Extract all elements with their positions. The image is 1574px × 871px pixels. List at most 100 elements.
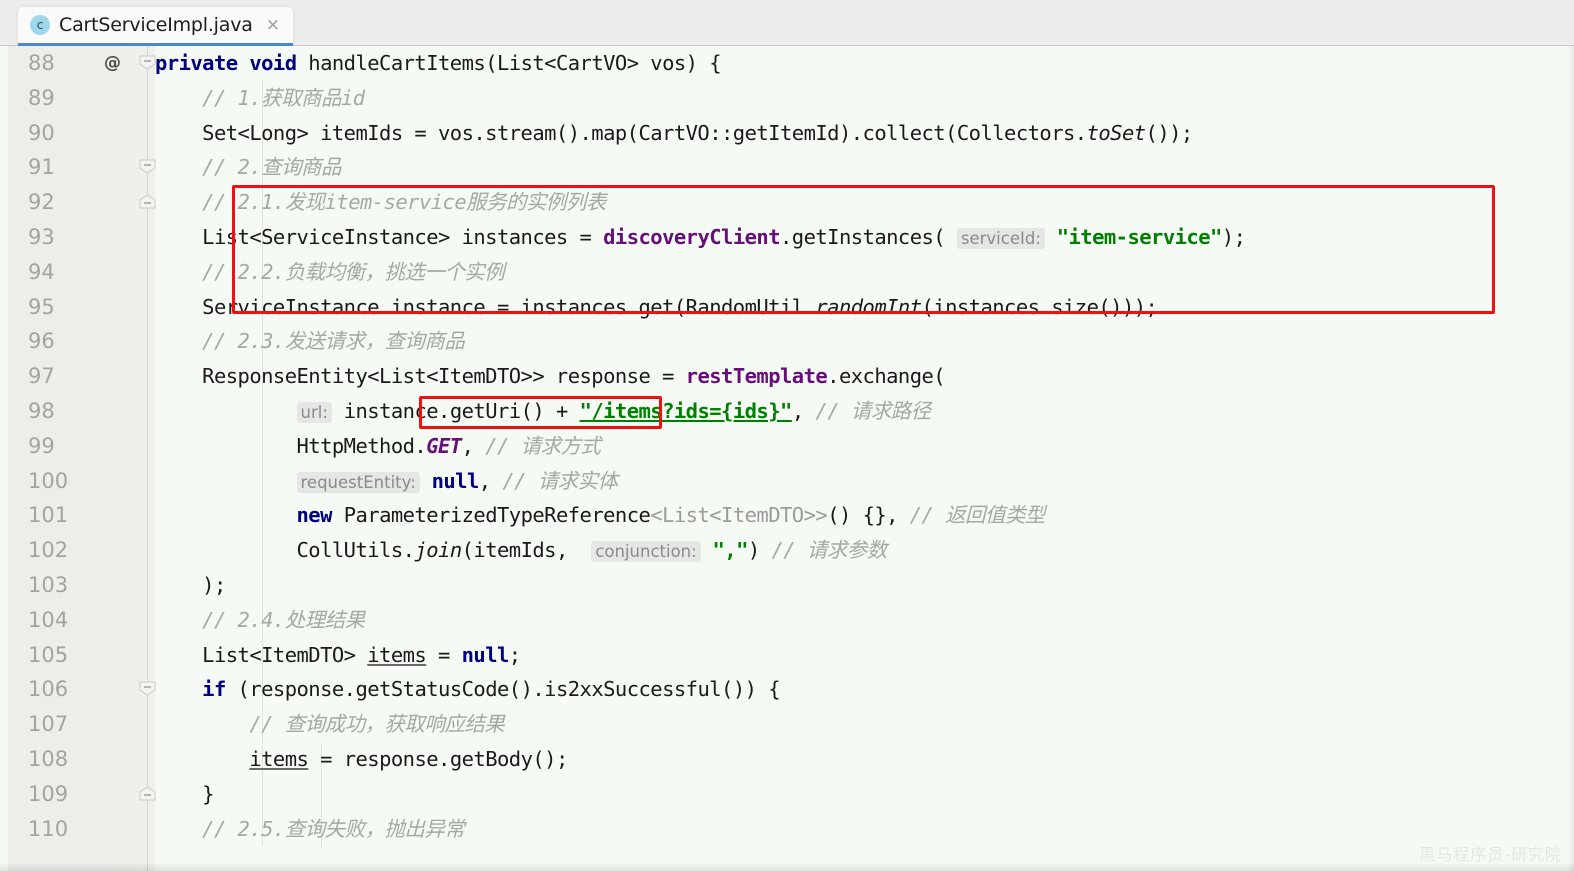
line-number: 106 [28, 677, 69, 702]
close-icon[interactable]: × [266, 16, 280, 34]
code-row[interactable]: url: instance.getUri() + "/items?ids={id… [155, 394, 1574, 429]
gutter-row[interactable]: 91 [8, 150, 156, 185]
code-row[interactable]: ); [155, 568, 1574, 603]
trailing-comment: // 请求路径 [815, 398, 931, 423]
line-number: 108 [28, 746, 69, 771]
gutter-row[interactable]: 100 [8, 464, 155, 499]
line-number: 105 [28, 642, 69, 667]
gutter-row[interactable]: 108 [8, 742, 155, 777]
keyword: null [461, 642, 510, 667]
code-row[interactable]: private void handleCartItems(List<CartVO… [155, 46, 1574, 81]
gutter-row[interactable]: 101 [8, 498, 155, 533]
keyword: null [431, 468, 480, 493]
gutter-row[interactable]: 93 [8, 220, 155, 255]
code-row[interactable]: } [155, 777, 1574, 812]
code-row[interactable]: if (response.getStatusCode().is2xxSucces… [155, 672, 1574, 707]
fold-start-icon[interactable] [139, 681, 156, 696]
code-line-text: ServiceInstance instance = instances.get… [155, 294, 1158, 319]
gutter-row[interactable]: 92 [8, 185, 156, 220]
gutter-row[interactable]: 94 [8, 255, 155, 290]
gutter-row[interactable]: 105 [8, 638, 155, 673]
variable-warning: items [367, 642, 427, 667]
code-content[interactable]: private void handleCartItems(List<CartVO… [155, 46, 1574, 871]
line-number: 93 [28, 224, 55, 249]
field-reference: restTemplate [685, 364, 828, 389]
code-line-text: // 2.4.处理结果 [155, 608, 365, 632]
code-row[interactable]: // 1.获取商品id [155, 81, 1574, 116]
fold-end-icon[interactable] [139, 786, 156, 801]
code-row[interactable]: List<ItemDTO> items = null; [155, 638, 1574, 673]
code-row[interactable]: // 2.4.处理结果 [155, 603, 1574, 638]
gutter-row[interactable]: 88 @ [8, 46, 156, 81]
line-number: 98 [28, 398, 55, 423]
code-row[interactable]: Set<Long> itemIds = vos.stream().map(Car… [155, 116, 1574, 151]
gutter-row[interactable]: 102 [8, 533, 155, 568]
gutter-row[interactable]: 98 [8, 394, 155, 429]
line-number: 89 [28, 85, 55, 110]
string-literal: "/items?ids={ids}" [579, 398, 793, 423]
code-line-text: if (response.getStatusCode().is2xxSucces… [202, 677, 780, 702]
code-comment: // 2.2.负载均衡，挑选一个实例 [202, 259, 505, 284]
line-number: 90 [28, 120, 55, 145]
gutter-row[interactable]: 99 [8, 429, 155, 464]
keyword: private [155, 51, 238, 75]
code-editor[interactable]: 88 @ 89 90 91 92 93 94 95 96 97 98 99 100 101 102 103 104… [0, 46, 1574, 871]
code-line-text: items = response.getBody(); [249, 746, 568, 771]
tab-label: CartServiceImpl.java [59, 14, 253, 36]
code-row[interactable]: // 查询成功，获取响应结果 [155, 707, 1574, 742]
gutter-row[interactable]: 89 [8, 81, 155, 116]
code-line-text: CollUtils.join(itemIds, conjunction: ","… [155, 538, 887, 563]
fold-end-icon[interactable] [139, 194, 156, 209]
trailing-comment: // 请求参数 [771, 538, 887, 563]
code-line-text: private void handleCartItems(List<CartVO… [155, 51, 722, 75]
code-row[interactable]: requestEntity: null, // 请求实体 [155, 464, 1574, 499]
code-line-text: // 2.查询商品 [155, 155, 341, 179]
code-row[interactable]: // 2.1.发现item-service服务的实例列表 [155, 185, 1574, 220]
line-number: 109 [28, 781, 69, 806]
line-number: 110 [28, 816, 69, 841]
gutter-row[interactable]: 106 [8, 672, 156, 707]
tab-cart-service-impl[interactable]: c CartServiceImpl.java × [18, 7, 293, 46]
code-row[interactable]: new ParameterizedTypeReference<List<Item… [155, 498, 1574, 533]
string-literal: "item-service" [1056, 224, 1223, 249]
code-row[interactable]: items = response.getBody(); [155, 742, 1574, 777]
line-number-gutter[interactable]: 88 @ 89 90 91 92 93 94 95 96 97 98 99 100 101 102 103 104… [8, 46, 156, 871]
gutter-row[interactable]: 107 [8, 707, 155, 742]
gutter-row[interactable]: 96 [8, 324, 155, 359]
code-comment: // 2.5.查询失败，抛出异常 [202, 816, 465, 841]
line-number: 97 [28, 364, 55, 389]
code-line-text: // 1.获取商品id [155, 86, 365, 110]
code-row[interactable]: ResponseEntity<List<ItemDTO>> response =… [155, 359, 1574, 394]
code-line-text: // 2.1.发现item-service服务的实例列表 [155, 190, 606, 214]
code-row[interactable]: ServiceInstance instance = instances.get… [155, 290, 1574, 325]
generic-type-arg: <List<ItemDTO>> [650, 503, 828, 528]
line-number: 91 [28, 155, 55, 180]
code-row[interactable]: // 2.查询商品 [155, 150, 1574, 185]
code-line-text: // 2.2.负载均衡，挑选一个实例 [155, 259, 505, 284]
fold-start-icon[interactable] [139, 159, 156, 174]
string-literal: "," [712, 538, 749, 563]
watermark: 黑马程序员-研究院 [1419, 845, 1562, 864]
gutter-row[interactable]: 97 [8, 359, 155, 394]
line-number: 96 [28, 329, 55, 354]
inlay-parameter-hint: url: [296, 401, 332, 423]
keyword: if [202, 677, 226, 702]
gutter-row[interactable]: 109 [8, 777, 156, 812]
gutter-row[interactable]: 104 [8, 603, 155, 638]
gutter-row[interactable]: 110 [8, 812, 155, 847]
code-row[interactable]: // 2.3.发送请求，查询商品 [155, 324, 1574, 359]
code-row[interactable]: HttpMethod.GET, // 请求方式 [155, 429, 1574, 464]
gutter-row[interactable]: 90 [8, 116, 155, 151]
code-row[interactable]: // 2.5.查询失败，抛出异常 [155, 812, 1574, 847]
editor-bottom-shadow [0, 864, 1574, 871]
code-row[interactable]: List<ServiceInstance> instances = discov… [155, 220, 1574, 255]
code-row[interactable]: CollUtils.join(itemIds, conjunction: ","… [155, 533, 1574, 568]
fold-start-icon[interactable] [139, 55, 156, 70]
trailing-comment: // 请求方式 [485, 433, 601, 458]
gutter-row[interactable]: 95 [8, 290, 155, 325]
code-line-text: // 2.5.查询失败，抛出异常 [155, 816, 465, 841]
annotation-marker-icon[interactable]: @ [104, 46, 121, 81]
code-line-text: url: instance.getUri() + "/items?ids={id… [155, 399, 931, 423]
code-row[interactable]: // 2.2.负载均衡，挑选一个实例 [155, 255, 1574, 290]
gutter-row[interactable]: 103 [8, 568, 155, 603]
